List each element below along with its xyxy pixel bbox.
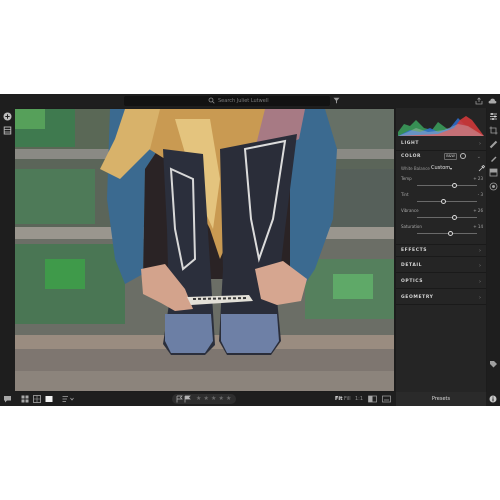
white-balance-select[interactable]: Custom (431, 165, 450, 171)
flag-rejected-icon[interactable] (184, 395, 191, 403)
slider-track[interactable] (417, 201, 477, 202)
chevron-icon: › (479, 248, 481, 254)
section-geometry-label: GEOMETRY (401, 295, 434, 300)
slider-name: Vibrance (401, 208, 419, 213)
share-icon[interactable] (475, 97, 483, 105)
section-color-label: COLOR (401, 154, 422, 159)
histogram (398, 110, 484, 136)
bottom-bar: ★ ★ ★ ★ ★ Fit Fill 1:1 Presets (0, 392, 500, 406)
slider-value[interactable]: + 23 (473, 176, 483, 181)
slider-value[interactable]: + 26 (473, 208, 483, 213)
edit-sliders-icon[interactable] (489, 112, 498, 121)
eyedropper-icon[interactable] (478, 165, 485, 172)
chevron-icon: › (479, 279, 481, 285)
photo-canvas[interactable] (15, 109, 394, 391)
tool-strip (487, 108, 500, 392)
compare-icon[interactable] (368, 395, 377, 403)
rating-pill: ★ ★ ★ ★ ★ (172, 394, 236, 404)
add-icon[interactable] (3, 112, 12, 121)
section-effects[interactable]: EFFECTS › (396, 244, 486, 257)
color-mix-icon[interactable] (460, 153, 466, 159)
star-icon[interactable]: ★ (211, 395, 216, 403)
section-optics[interactable]: OPTICS › (396, 276, 486, 289)
photo-image (15, 109, 394, 391)
healing-brush-icon[interactable] (489, 140, 498, 149)
zoom-fill-button[interactable]: Fill (344, 395, 351, 403)
grid-view-icon[interactable] (33, 395, 41, 403)
zoom-1to1-button[interactable]: 1:1 (355, 395, 363, 403)
crop-icon[interactable] (489, 126, 498, 135)
chevron-icon: › (479, 141, 481, 147)
tag-icon[interactable] (489, 360, 498, 369)
app-window: Search Juliet Lutwell LIGHT › COLOR B&W … (0, 94, 500, 406)
slider-name: Temp (401, 176, 412, 181)
info-icon[interactable] (489, 395, 497, 403)
top-bar: Search Juliet Lutwell (0, 94, 500, 108)
section-geometry[interactable]: GEOMETRY › (396, 292, 486, 305)
star-icon[interactable]: ★ (204, 395, 209, 403)
search-icon (208, 97, 215, 104)
library-icon[interactable] (3, 126, 12, 135)
section-color[interactable]: COLOR B&W ⌄ (396, 151, 486, 164)
brush-icon[interactable] (489, 154, 498, 163)
section-detail-label: DETAIL (401, 263, 423, 268)
white-balance-label: White Balance (401, 166, 430, 171)
slider-handle[interactable] (447, 231, 453, 236)
star-icon[interactable]: ★ (196, 395, 201, 403)
gradient-icon[interactable] (489, 168, 498, 177)
filter-icon[interactable] (333, 97, 340, 104)
slider-tint[interactable]: Tint - 3 (401, 192, 483, 206)
bw-button[interactable]: B&W (444, 153, 457, 160)
slider-value[interactable]: - 3 (478, 192, 483, 197)
slider-handle[interactable] (451, 183, 457, 188)
sort-icon[interactable] (62, 395, 74, 403)
search-placeholder: Search Juliet Lutwell (218, 98, 269, 104)
section-effects-label: EFFECTS (401, 248, 428, 253)
cloud-icon[interactable] (488, 97, 497, 105)
left-rail (0, 108, 15, 400)
slider-name: Saturation (401, 224, 422, 229)
section-light[interactable]: LIGHT › (396, 138, 486, 151)
section-optics-label: OPTICS (401, 279, 424, 284)
slider-track[interactable] (417, 185, 477, 186)
slider-name: Tint (401, 192, 409, 197)
square-grid-icon[interactable] (21, 395, 29, 403)
chevron-down-icon: ⌄ (476, 154, 481, 160)
star-icon[interactable]: ★ (226, 395, 231, 403)
slider-handle[interactable] (451, 215, 457, 220)
chevron-down-icon: ▾ (450, 166, 453, 171)
export-icon[interactable] (382, 395, 391, 403)
section-detail[interactable]: DETAIL › (396, 260, 486, 273)
slider-temp[interactable]: Temp + 23 (401, 176, 483, 190)
slider-vibrance[interactable]: Vibrance + 26 (401, 208, 483, 222)
radial-icon[interactable] (489, 182, 498, 191)
slider-saturation[interactable]: Saturation + 14 (401, 224, 483, 238)
chevron-icon: › (479, 263, 481, 269)
star-icon[interactable]: ★ (219, 395, 224, 403)
white-balance-row: White Balance Custom ▾ (401, 165, 485, 173)
slider-handle[interactable] (440, 199, 446, 204)
section-light-label: LIGHT (401, 141, 420, 146)
chevron-icon: › (479, 295, 481, 301)
zoom-fit-button[interactable]: Fit (335, 395, 343, 403)
help-icon[interactable] (3, 395, 12, 403)
edit-panel: LIGHT › COLOR B&W ⌄ White Balance Custom… (396, 108, 486, 392)
flag-icon[interactable] (176, 395, 183, 403)
search-field[interactable]: Search Juliet Lutwell (124, 96, 330, 106)
slider-track[interactable] (417, 217, 477, 218)
slider-value[interactable]: + 14 (473, 224, 483, 229)
single-view-icon[interactable] (45, 395, 53, 403)
presets-button[interactable]: Presets (396, 392, 486, 406)
